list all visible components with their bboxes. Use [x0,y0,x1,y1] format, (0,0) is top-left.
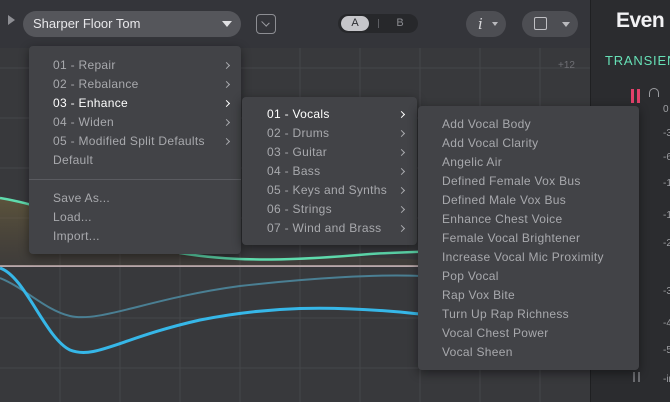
chevron-right-icon [222,99,231,108]
chevron-right-icon [397,186,406,195]
chevron-right-icon [397,129,406,138]
meter-label: -1 [663,178,670,189]
curve-secondary [0,274,421,319]
menu-item-default[interactable]: Default [53,153,93,167]
info-button[interactable]: i [466,11,506,37]
compare-a-button[interactable]: A [341,16,369,31]
preset-item-turn-up-rap-richness[interactable]: Turn Up Rap Richness [442,307,569,321]
preset-item-increase-vocal-mic-proximity[interactable]: Increase Vocal Mic Proximity [442,250,604,264]
menu-divider [29,179,241,180]
menu-action-save-as[interactable]: Save As... [53,191,110,205]
top-bar: Sharper Floor Tom A B i [0,0,590,48]
chevron-down-icon [492,22,498,26]
menu-item-03-enhance[interactable]: 03 - Enhance [53,96,128,110]
submenu-item-01-vocals[interactable]: 01 - Vocals [267,107,330,121]
submenu-item-03-guitar[interactable]: 03 - Guitar [267,145,327,159]
preset-item-rap-vox-bite[interactable]: Rap Vox Bite [442,288,515,302]
preset-item-vocal-chest-power[interactable]: Vocal Chest Power [442,326,549,340]
preset-item-angelic-air[interactable]: Angelic Air [442,155,502,169]
chevron-down-icon [222,21,232,27]
submenu-item-05-keys-and-synths[interactable]: 05 - Keys and Synths [267,183,387,197]
headphones-icon[interactable] [649,88,659,97]
chevron-right-icon [397,224,406,233]
resize-button[interactable] [522,11,578,37]
ab-compare-toggle[interactable]: A B [338,14,418,33]
play-icon[interactable] [8,15,15,25]
meter-label: -6 [663,152,670,163]
menu-item-01-repair[interactable]: 01 - Repair [53,58,116,72]
resize-icon [534,17,547,30]
chevron-right-icon [397,205,406,214]
submenu-item-02-drums[interactable]: 02 - Drums [267,126,329,140]
brand-logo: Even [616,9,665,32]
download-icon [261,18,270,27]
meter-label: -4 [663,318,670,329]
chevron-right-icon [397,110,406,119]
meter-label: -3 [663,286,670,297]
preset-name: Sharper Floor Tom [33,16,141,31]
solo-icon[interactable] [631,89,641,103]
compare-b-button[interactable]: B [390,16,410,31]
preset-item-female-vocal-brightener[interactable]: Female Vocal Brightener [442,231,580,245]
preset-item-pop-vocal[interactable]: Pop Vocal [442,269,499,283]
chevron-right-icon [222,61,231,70]
preset-item-enhance-chest-voice[interactable]: Enhance Chest Voice [442,212,562,226]
menu-action-import[interactable]: Import... [53,229,100,243]
meter-label: -3 [663,128,670,139]
eq-scale-top: +12 [558,60,575,71]
meter-label: -in [663,374,670,385]
submenu-item-04-bass[interactable]: 04 - Bass [267,164,320,178]
chevron-right-icon [222,80,231,89]
meter-label: -2 [663,238,670,249]
preset-item-defined-female-vox-bus[interactable]: Defined Female Vox Bus [442,174,581,188]
chevron-down-icon [562,22,570,27]
ab-divider [378,19,379,28]
section-title: TRANSIEN [605,53,670,68]
meter-label: 0 [663,104,669,115]
chevron-right-icon [222,137,231,146]
vocals-submenu: Add Vocal Body Add Vocal Clarity Angelic A… [418,106,639,370]
chevron-right-icon [397,167,406,176]
submenu-item-07-wind-and-brass[interactable]: 07 - Wind and Brass [267,221,381,235]
info-icon: i [478,15,483,33]
chevron-right-icon [397,148,406,157]
menu-item-02-rebalance[interactable]: 02 - Rebalance [53,77,139,91]
chevron-right-icon [222,118,231,127]
menu-item-04-widen[interactable]: 04 - Widen [53,115,114,129]
enhance-submenu: 01 - Vocals 02 - Drums 03 - Guitar 04 - Bas… [242,97,417,245]
preset-menu: 01 - Repair 02 - Rebalance 03 - Enhance 04 … [29,46,241,254]
preset-item-defined-male-vox-bus[interactable]: Defined Male Vox Bus [442,193,566,207]
submenu-item-06-strings[interactable]: 06 - Strings [267,202,332,216]
meter-label: -5 [663,345,670,356]
preset-item-add-vocal-clarity[interactable]: Add Vocal Clarity [442,136,538,150]
meter-label: -1 [663,210,670,221]
preset-item-vocal-sheen[interactable]: Vocal Sheen [442,345,513,359]
save-preset-button[interactable] [256,14,276,34]
menu-action-load[interactable]: Load... [53,210,92,224]
menu-item-05-modified-split-defaults[interactable]: 05 - Modified Split Defaults [53,134,205,148]
preset-item-add-vocal-body[interactable]: Add Vocal Body [442,117,531,131]
preset-selector[interactable]: Sharper Floor Tom [23,11,241,37]
